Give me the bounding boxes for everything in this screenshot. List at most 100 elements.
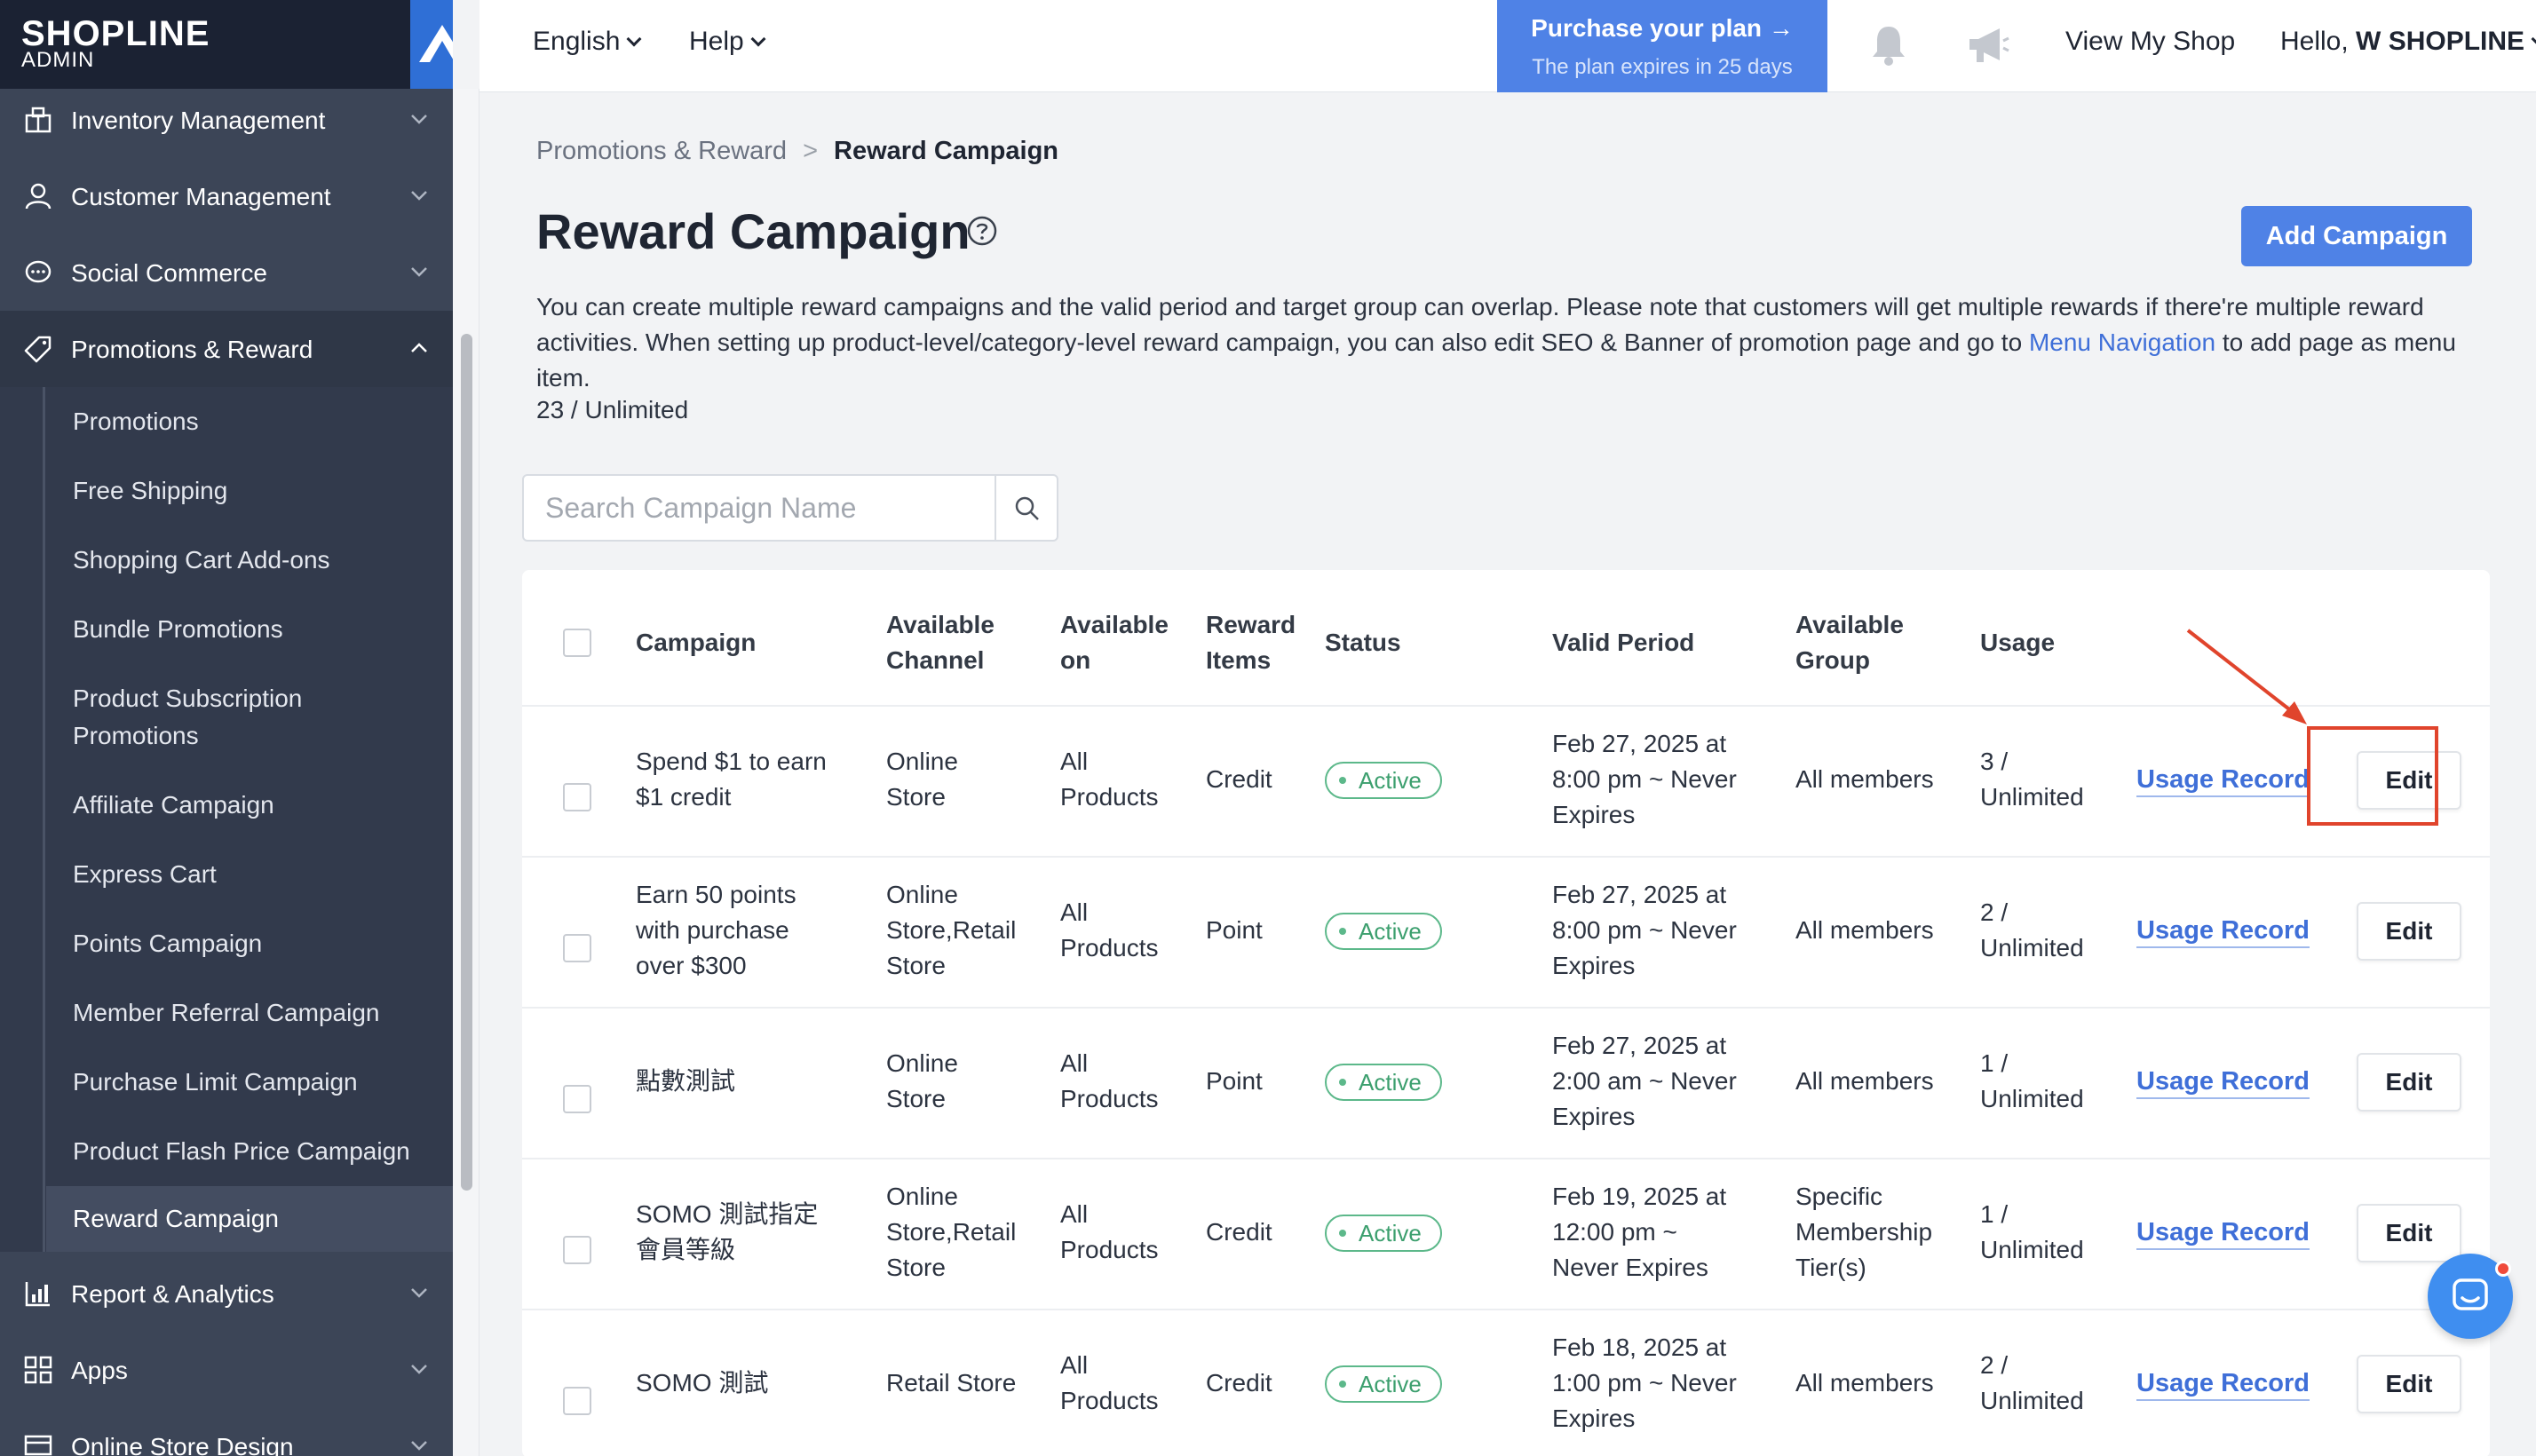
annotation-highlight-box (2307, 726, 2438, 826)
usage-record-link[interactable]: Usage Record (2136, 1065, 2310, 1099)
view-shop-link[interactable]: View My Shop (2065, 27, 2235, 57)
usage-record-link[interactable]: Usage Record (2136, 1216, 2310, 1250)
cell-channel: Retail Store (886, 1365, 1016, 1401)
edit-button[interactable]: Edit (2357, 1355, 2461, 1413)
sidebar-item-apps[interactable]: Apps (0, 1332, 453, 1408)
help-circle-icon[interactable] (966, 215, 998, 247)
cell-available-group: All members (1795, 1365, 1934, 1401)
subnav-item-free-shipping[interactable]: Free Shipping (73, 472, 227, 510)
sidebar-scrollbar-thumb[interactable] (461, 334, 472, 1191)
subnav-item-flash-price[interactable]: Product Flash Price Campaign (73, 1133, 410, 1170)
cell-campaign[interactable]: SOMO 測試指定 會員等級 (636, 1197, 818, 1268)
row-checkbox[interactable] (563, 783, 591, 811)
select-all-checkbox[interactable] (563, 629, 591, 657)
cell-available-group: All members (1795, 913, 1934, 948)
page-title: Reward Campaign (536, 203, 971, 259)
cell-line: SOMO 測試 (636, 1369, 769, 1397)
status-label: Active (1359, 918, 1422, 945)
cell-campaign[interactable]: 點數測試 (636, 1064, 735, 1099)
col-header-channel-line2: Channel (886, 646, 985, 674)
add-campaign-button[interactable]: Add Campaign (2241, 206, 2472, 266)
sidebar-item-store-design[interactable]: Online Store Design (0, 1408, 453, 1456)
subnav-item-subscription-line2[interactable]: Promotions (73, 717, 199, 755)
cell-line: Tier(s) (1795, 1254, 1866, 1281)
sidebar-item-label: Social Commerce (71, 259, 267, 287)
cell-line: Membership (1795, 1218, 1933, 1246)
cell-channel: Online Store,Retail Store (886, 1179, 1016, 1286)
usage-record-link[interactable]: Usage Record (2136, 914, 2310, 948)
cell-usage: 2 / Unlimited (1980, 1348, 2084, 1419)
cell-campaign[interactable]: Earn 50 points with purchase over $300 (636, 877, 796, 984)
sidebar-item-social[interactable]: Social Commerce (0, 234, 453, 311)
sidebar-item-reports[interactable]: Report & Analytics (0, 1255, 453, 1332)
subnav-item-subscription[interactable]: Product Subscription (73, 680, 302, 717)
language-label: English (533, 27, 621, 56)
sidebar-item-customers[interactable]: Customer Management (0, 158, 453, 234)
language-dropdown[interactable]: English (533, 27, 642, 57)
user-menu[interactable]: Hello, W SHOPLINE (2280, 27, 2536, 57)
greeting-label: Hello, (2280, 27, 2349, 56)
search-input[interactable] (524, 476, 995, 540)
cell-line: Products (1060, 783, 1159, 811)
cell-line: Unlimited (1980, 1236, 2084, 1263)
cell-line: Feb 27, 2025 at (1552, 730, 1727, 757)
subnav-item-points[interactable]: Points Campaign (73, 925, 262, 962)
cell-line: All (1060, 1049, 1089, 1077)
col-header-group-line1: Available (1795, 611, 1904, 638)
subnav-item-express-cart[interactable]: Express Cart (73, 856, 217, 893)
status-badge: Active (1325, 1365, 1442, 1403)
cell-line: Never Expires (1552, 1254, 1708, 1281)
search-button[interactable] (995, 476, 1057, 540)
cell-reward-items: Credit (1206, 765, 1272, 793)
subnav-item-promotions[interactable]: Promotions (73, 403, 199, 440)
cell-line: 會員等級 (636, 1236, 736, 1263)
subnav-item-bundle[interactable]: Bundle Promotions (73, 611, 283, 648)
cell-line: Products (1060, 934, 1159, 961)
brand-logo[interactable]: SHOPLINE ADMIN (0, 0, 453, 89)
col-header-status: Status (1325, 629, 1401, 656)
usage-record-link[interactable]: Usage Record (2136, 764, 2310, 797)
row-checkbox[interactable] (563, 1387, 591, 1415)
cell-line: $1 credit (636, 783, 732, 811)
subnav-item-referral[interactable]: Member Referral Campaign (73, 994, 379, 1032)
megaphone-icon[interactable] (1964, 21, 2012, 69)
cell-line: Products (1060, 1236, 1159, 1263)
subnav-item-affiliate[interactable]: Affiliate Campaign (73, 787, 274, 824)
cell-campaign[interactable]: Spend $1 to earn $1 credit (636, 744, 827, 815)
cell-usage: 1 / Unlimited (1980, 1197, 2084, 1268)
cell-line: Products (1060, 1085, 1159, 1112)
cell-line: with purchase (636, 916, 789, 944)
edit-button[interactable]: Edit (2357, 1053, 2461, 1112)
bell-icon[interactable] (1865, 21, 1913, 69)
purchase-plan-button[interactable]: Purchase your plan → The plan expires in… (1497, 0, 1827, 92)
usage-record-link[interactable]: Usage Record (2136, 1367, 2310, 1401)
cell-available-on: All Products (1060, 1197, 1159, 1268)
row-divider (522, 856, 2490, 858)
help-dropdown[interactable]: Help (689, 27, 766, 57)
sidebar-item-label: Apps (71, 1357, 128, 1384)
cell-line: All members (1795, 1067, 1934, 1095)
cell-line: All (1060, 748, 1089, 775)
edit-button[interactable]: Edit (2357, 1204, 2461, 1262)
row-checkbox[interactable] (563, 1236, 591, 1264)
breadcrumb-parent[interactable]: Promotions & Reward (536, 137, 787, 165)
col-header-items-line1: Reward (1206, 611, 1296, 638)
sidebar-item-promotions[interactable]: Promotions & Reward (0, 311, 453, 387)
cell-usage: 1 / Unlimited (1980, 1046, 2084, 1117)
subnav-item-purchase-limit[interactable]: Purchase Limit Campaign (73, 1064, 358, 1101)
cell-campaign[interactable]: SOMO 測試 (636, 1365, 768, 1401)
cell-available-group: All members (1795, 762, 1934, 797)
subnav-item-reward-campaign[interactable]: Reward Campaign (73, 1200, 279, 1238)
sidebar-item-inventory[interactable]: Inventory Management (0, 82, 453, 158)
sidebar-item-label: Report & Analytics (71, 1280, 274, 1308)
main-content: Promotions & Reward > Reward Campaign Rewa… (479, 92, 2536, 1456)
cell-line: Expires (1552, 801, 1636, 828)
col-header-channel-line1: Available (886, 611, 995, 638)
row-checkbox[interactable] (563, 934, 591, 962)
subnav-item-cart-addons[interactable]: Shopping Cart Add-ons (73, 542, 330, 579)
row-checkbox[interactable] (563, 1085, 591, 1113)
cell-line: 1 / (1980, 1049, 2009, 1077)
menu-navigation-link[interactable]: Menu Navigation (2029, 328, 2215, 356)
edit-button[interactable]: Edit (2357, 902, 2461, 961)
status-dot-icon (1339, 777, 1346, 784)
